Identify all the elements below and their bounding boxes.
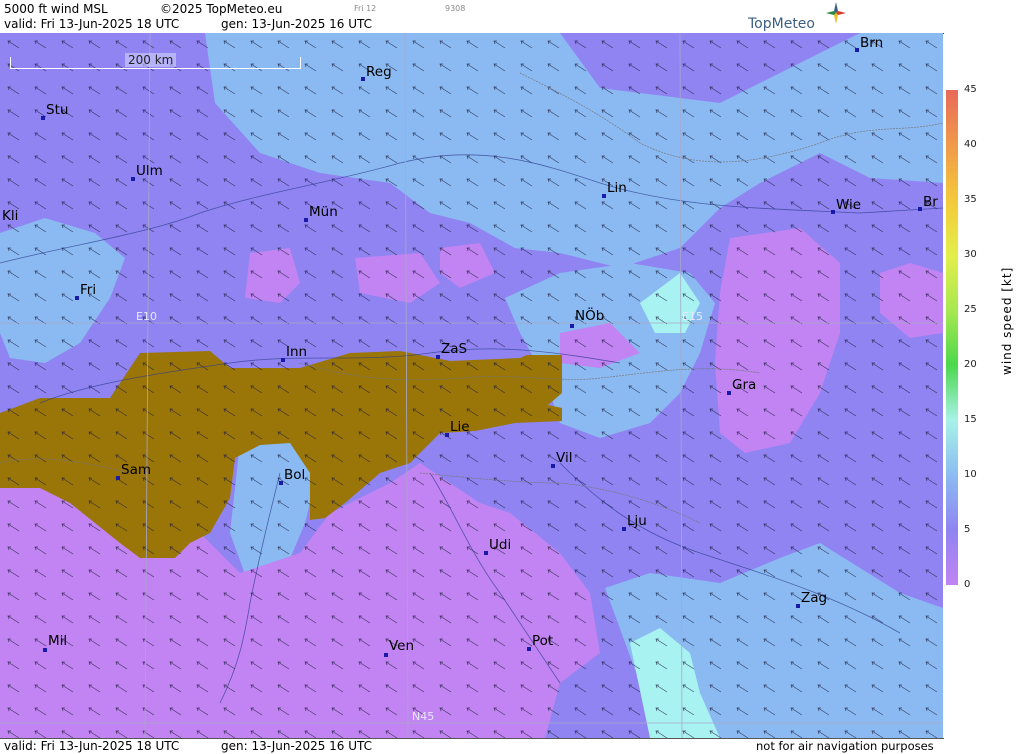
city-dot (551, 464, 555, 468)
city-dot (796, 604, 800, 608)
city-label-udi: Udi (489, 537, 512, 553)
city-label-lin: Lin (607, 180, 627, 196)
city-dot (436, 355, 440, 359)
city-label-zag: Zag (801, 590, 828, 606)
legend-color-segment (946, 420, 958, 475)
legend-title: wind speed [kt] (1000, 266, 1014, 375)
tiny-label-right: 9308 (445, 4, 466, 13)
legend-color-segment (946, 200, 958, 255)
city-dot (570, 324, 574, 328)
city-dot (831, 210, 835, 214)
topmeteo-logo: TopMeteo (748, 2, 846, 32)
legend-color-segment (946, 90, 958, 145)
grid-label-e15: E15 (682, 310, 703, 323)
city-label-nob: NÖb (575, 308, 605, 324)
city-label-wie: Wie (836, 197, 862, 213)
legend-tick-label: 25 (964, 304, 977, 315)
city-dot (304, 218, 308, 222)
city-dot (727, 391, 731, 395)
legend-tick-label: 15 (964, 414, 977, 425)
scale-label: 200 km (125, 53, 177, 67)
footer-generated-time: gen: 13-Jun-2025 16 UTC (221, 739, 373, 753)
legend-tick-label: 20 (964, 359, 977, 370)
footer-bar: valid: Fri 13-Jun-2025 18 UTC gen: 13-Ju… (0, 738, 944, 754)
city-dot (75, 296, 79, 300)
city-label-stu: Stu (46, 102, 69, 118)
city-label-sam: Sam (121, 462, 151, 478)
copyright: ©2025 TopMeteo.eu (160, 2, 283, 16)
legend-tick-label: 40 (964, 139, 977, 150)
legend-color-segment (946, 310, 958, 365)
legend-tick-label: 35 (964, 194, 977, 205)
brand-name: TopMeteo (748, 16, 815, 32)
legend-tick-label: 30 (964, 249, 977, 260)
city-label-gra: Gra (732, 377, 757, 393)
city-label-mil: Mil (48, 633, 68, 649)
tiny-label-left: Fri 12 (354, 4, 377, 13)
city-label-inn: Inn (286, 344, 308, 360)
city-dot (43, 648, 47, 652)
legend-tick-label: 10 (964, 469, 977, 480)
legend-color-segment (946, 145, 958, 200)
city-label-bol: Bol (284, 467, 306, 483)
legend-color-segment (946, 255, 958, 310)
city-dot (281, 358, 285, 362)
legend-color-segment (946, 365, 958, 420)
city-label-lju: Lju (627, 513, 647, 529)
legend-tick-label: 0 (964, 579, 971, 590)
city-label-mun: Mün (309, 204, 338, 220)
city-dot (445, 433, 449, 437)
map-title: 5000 ft wind MSL (4, 2, 108, 16)
city-dot (384, 653, 388, 657)
city-label-br: Br (923, 194, 938, 210)
legend-color-segment (946, 475, 958, 530)
city-dot (484, 551, 488, 555)
city-label-lie: Lie (450, 419, 470, 435)
city-dot (622, 527, 626, 531)
wind-arrows (0, 33, 943, 738)
city-label-ulm: Ulm (136, 163, 163, 179)
legend-color-segment (946, 530, 958, 585)
city-label-pot: Pot (532, 633, 554, 649)
city-dot (527, 647, 531, 651)
footer-valid-time: valid: Fri 13-Jun-2025 18 UTC (4, 739, 180, 753)
grid-label-e10: E10 (136, 310, 157, 323)
grid-label-n45: N45 (412, 710, 435, 723)
city-label-vil: Vil (556, 450, 573, 466)
city-dot (279, 481, 283, 485)
city-dot (116, 476, 120, 480)
city-dot (855, 48, 859, 52)
city-label-fri: Fri (80, 282, 97, 298)
city-label-ven: Ven (389, 638, 415, 654)
city-dot (602, 194, 606, 198)
city-dot (918, 207, 922, 211)
generated-time: gen: 13-Jun-2025 16 UTC (221, 17, 373, 31)
city-dot (131, 177, 135, 181)
city-dot (41, 116, 45, 120)
wind-map[interactable] (0, 33, 943, 738)
city-label-reg: Reg (366, 64, 392, 80)
valid-time: valid: Fri 13-Jun-2025 18 UTC (4, 17, 180, 31)
legend-color-bar (946, 90, 958, 585)
footer-disclaimer: not for air navigation purposes (756, 739, 934, 753)
legend-tick-label: 5 (964, 524, 971, 535)
legend-tick-label: 45 (964, 84, 977, 95)
city-label-kli: Kli (2, 208, 19, 224)
city-label-zas: ZaS (441, 341, 468, 357)
city-label-brn: Brn (860, 35, 884, 51)
city-dot (361, 77, 365, 81)
compass-star-icon (826, 2, 846, 24)
header-bar: 5000 ft wind MSL ©2025 TopMeteo.eu Fri 1… (0, 0, 944, 34)
